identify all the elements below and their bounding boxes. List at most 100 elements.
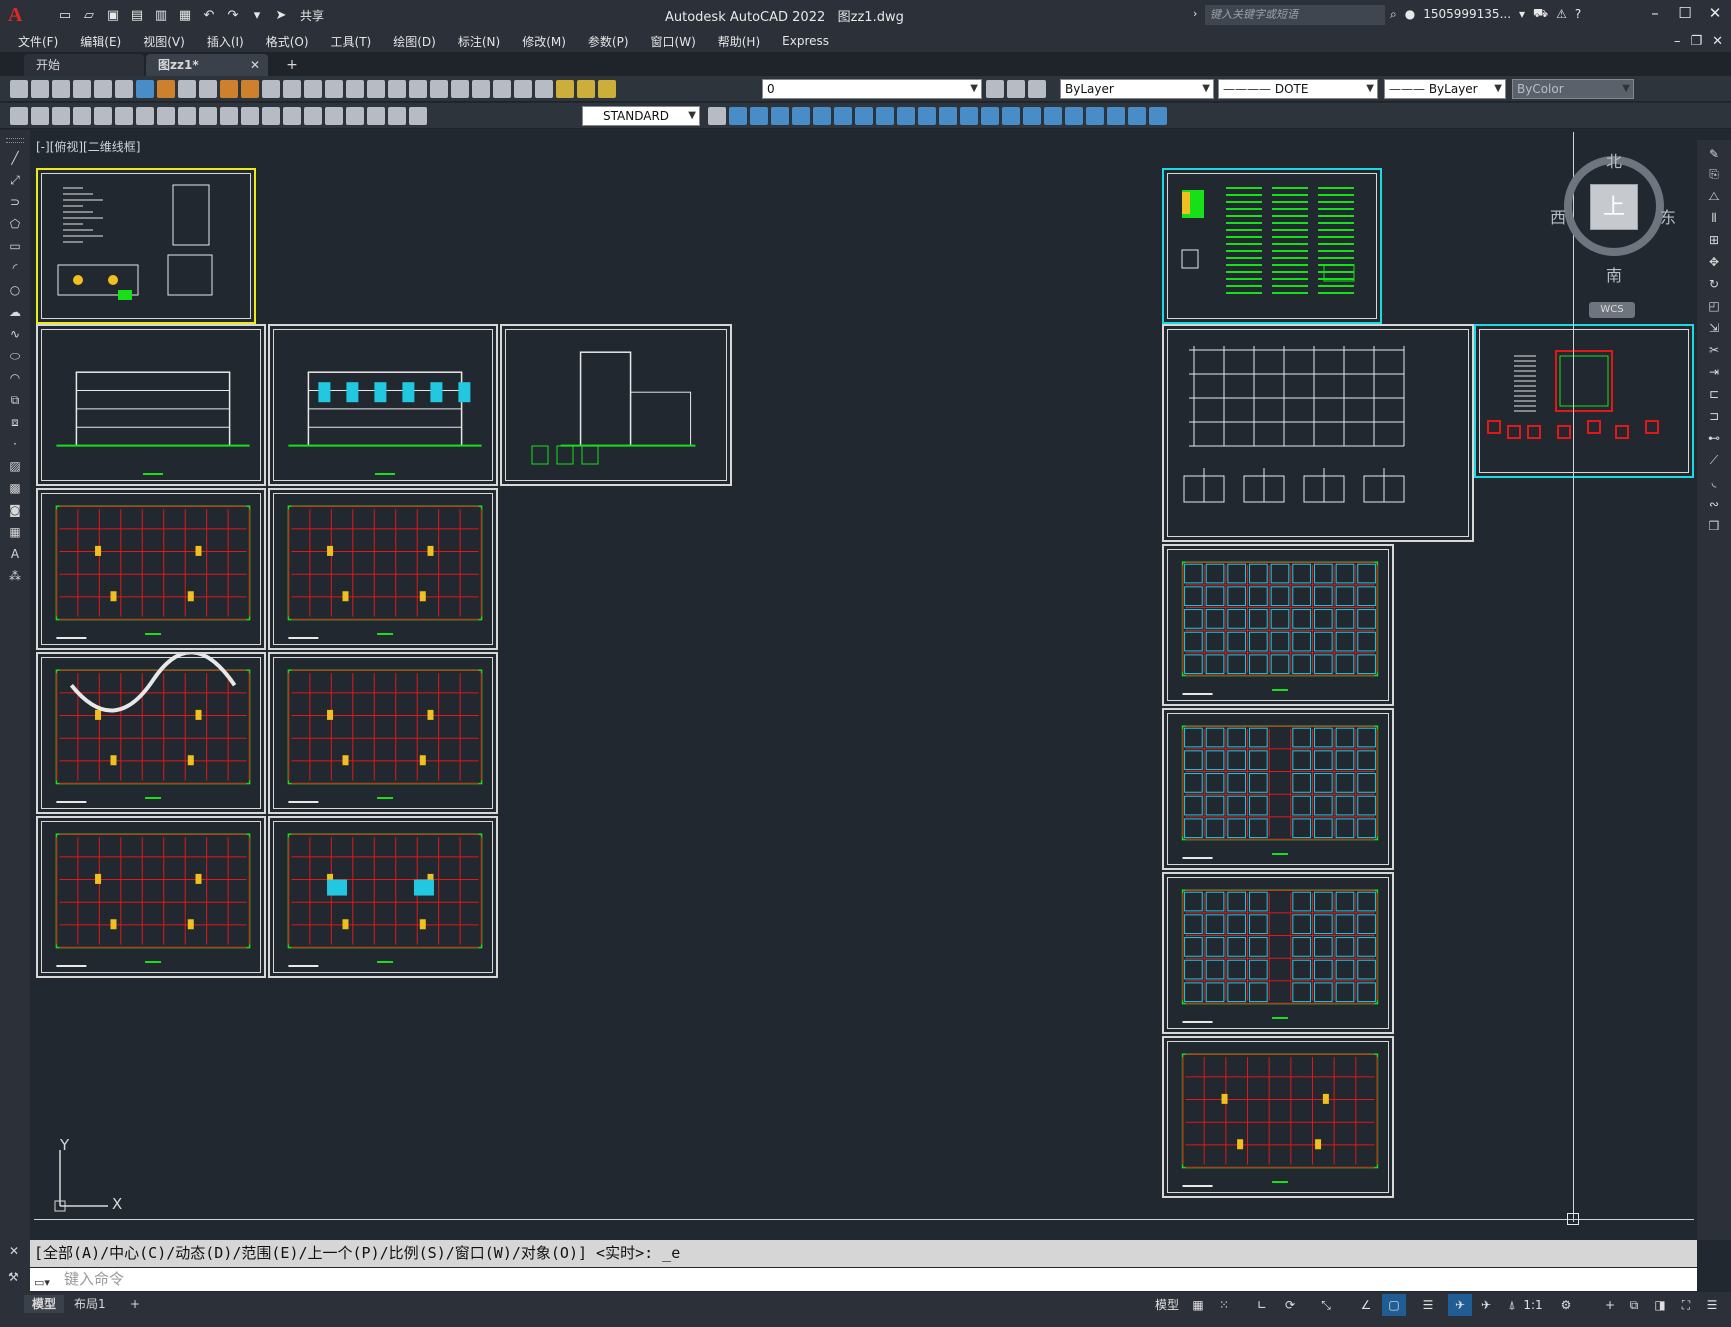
wcs-menu[interactable]: WCS bbox=[1589, 302, 1635, 318]
menu-file[interactable]: 文件(F) bbox=[18, 33, 58, 50]
sweep-icon[interactable] bbox=[960, 107, 978, 125]
zoom-previous-icon[interactable] bbox=[367, 80, 385, 98]
arc-length-icon[interactable] bbox=[73, 107, 91, 125]
polar-icon[interactable]: ⟳ bbox=[1278, 1294, 1302, 1316]
compass-south[interactable]: 南 bbox=[1606, 262, 1622, 286]
copy-object-icon[interactable]: ⎘ bbox=[1706, 166, 1722, 182]
autocad-logo-icon[interactable]: A bbox=[8, 4, 30, 26]
intersect-icon[interactable] bbox=[1065, 107, 1083, 125]
share-button[interactable]: 共享 bbox=[300, 7, 324, 24]
model-space-button[interactable]: 模型 bbox=[1152, 1294, 1182, 1316]
dim-style-icon[interactable] bbox=[708, 107, 726, 125]
undo-icon[interactable] bbox=[262, 80, 280, 98]
calculator-icon[interactable] bbox=[493, 80, 511, 98]
menu-draw[interactable]: 绘图(D) bbox=[393, 33, 436, 50]
help-icon[interactable] bbox=[514, 80, 532, 98]
grid-icon[interactable]: ▦ bbox=[1188, 1294, 1208, 1316]
osnap-tracking-icon[interactable]: ⤡ bbox=[1316, 1294, 1336, 1316]
properties-icon[interactable] bbox=[388, 80, 406, 98]
menu-view[interactable]: 视图(V) bbox=[143, 33, 185, 50]
jogged-linear-icon[interactable] bbox=[346, 107, 364, 125]
planar-surface-icon[interactable] bbox=[897, 107, 915, 125]
share-icon[interactable]: ➤ bbox=[272, 6, 290, 24]
viewcube-top-face[interactable]: 上 bbox=[1590, 184, 1638, 230]
search-input[interactable]: 键入关键字或短语 bbox=[1205, 5, 1385, 25]
search-icon[interactable]: ⌕ bbox=[1390, 7, 1397, 22]
add-layout-icon[interactable]: + bbox=[122, 1295, 148, 1313]
jogged-icon[interactable] bbox=[136, 107, 154, 125]
revision-cloud-icon[interactable]: ☁ bbox=[7, 304, 23, 320]
chevron-down-icon[interactable]: ▾ bbox=[1519, 7, 1525, 21]
add-selected-icon[interactable]: ⁂ bbox=[7, 568, 23, 584]
isolate-objects-icon[interactable]: ⧉ bbox=[1624, 1294, 1644, 1316]
autodesk-app-icon[interactable]: ⚠ bbox=[1556, 7, 1567, 21]
array-icon[interactable]: ⊞ bbox=[1706, 232, 1722, 248]
redo-icon[interactable]: ↷ bbox=[224, 6, 242, 24]
close-icon[interactable]: ✕ bbox=[1707, 4, 1723, 22]
drawing-sheet[interactable] bbox=[36, 488, 266, 650]
drawing-sheet[interactable] bbox=[1162, 708, 1394, 870]
drawing-sheet[interactable] bbox=[36, 652, 266, 814]
angular-icon[interactable] bbox=[178, 107, 196, 125]
drawing-sheet[interactable] bbox=[36, 324, 266, 486]
workspace-gear-icon[interactable]: ⚙ bbox=[1556, 1294, 1576, 1316]
gradient-icon[interactable]: ▩ bbox=[7, 480, 23, 496]
erase-icon[interactable]: ✎ bbox=[1706, 146, 1722, 162]
chevron-right-icon[interactable]: › bbox=[1193, 7, 1197, 20]
ellipse-icon[interactable]: ⬭ bbox=[7, 348, 23, 364]
tab-start[interactable]: 开始 bbox=[24, 54, 144, 76]
customize-icon[interactable]: ⚒ bbox=[8, 1270, 19, 1284]
space-icon[interactable] bbox=[241, 107, 259, 125]
layout-tab-1[interactable]: 布局1 bbox=[66, 1295, 114, 1313]
save-icon[interactable] bbox=[52, 80, 70, 98]
compass-east[interactable]: 东 bbox=[1660, 204, 1676, 228]
spline-icon[interactable]: ∿ bbox=[7, 326, 23, 342]
drawing-sheet[interactable] bbox=[1162, 544, 1394, 706]
line-icon[interactable]: ╱ bbox=[7, 150, 23, 166]
menu-parametric[interactable]: 参数(P) bbox=[588, 33, 629, 50]
drawing-sheet[interactable] bbox=[500, 324, 732, 486]
quick-dimension-icon[interactable] bbox=[10, 107, 28, 125]
layer-on-icon[interactable] bbox=[556, 80, 574, 98]
match-properties-icon[interactable] bbox=[220, 80, 238, 98]
minimize-icon[interactable]: – bbox=[1647, 4, 1663, 22]
layer-freeze-icon[interactable] bbox=[577, 80, 595, 98]
plot-icon[interactable] bbox=[73, 80, 91, 98]
scale-value[interactable]: 1:1 bbox=[1522, 1294, 1544, 1316]
block-editor-icon[interactable] bbox=[241, 80, 259, 98]
zoom-window-icon[interactable] bbox=[346, 80, 364, 98]
hardware-acceleration-icon[interactable]: ◨ bbox=[1650, 1294, 1670, 1316]
new-tab-button[interactable]: + bbox=[282, 54, 302, 76]
rotate-icon[interactable]: ↻ bbox=[1706, 276, 1722, 292]
tab-drawing[interactable]: 图zz1* ✕ bbox=[146, 54, 268, 76]
scale-icon[interactable]: ◰ bbox=[1706, 298, 1722, 314]
layer-properties-icon[interactable] bbox=[535, 80, 553, 98]
clean-screen-icon[interactable]: ⛶ bbox=[1676, 1294, 1696, 1316]
open-file-icon[interactable]: ▱ bbox=[80, 6, 98, 24]
drawing-sheet[interactable] bbox=[1474, 324, 1694, 478]
design-center-icon[interactable] bbox=[409, 80, 427, 98]
helix-icon[interactable] bbox=[876, 107, 894, 125]
save-as-icon[interactable]: ▤ bbox=[128, 6, 146, 24]
insert-block-icon[interactable]: ⧉ bbox=[7, 392, 23, 408]
open-icon[interactable] bbox=[31, 80, 49, 98]
table-icon[interactable]: ▦ bbox=[7, 524, 23, 540]
layer-previous-icon[interactable] bbox=[1007, 80, 1025, 98]
pyramid-icon[interactable] bbox=[855, 107, 873, 125]
annotation-visibility-icon[interactable]: ✈ bbox=[1448, 1294, 1472, 1316]
drawing-sheet[interactable] bbox=[1162, 1036, 1394, 1198]
blend-curves-icon[interactable]: ∾ bbox=[1706, 496, 1722, 512]
box-icon[interactable] bbox=[729, 107, 747, 125]
publish-icon[interactable] bbox=[115, 80, 133, 98]
linear-dim-icon[interactable] bbox=[31, 107, 49, 125]
sheet-set-icon[interactable] bbox=[451, 80, 469, 98]
drawing-sheet[interactable] bbox=[268, 816, 498, 978]
chamfer-icon[interactable]: ⟋ bbox=[1706, 452, 1722, 468]
drawing-sheet[interactable] bbox=[268, 652, 498, 814]
toolbar-grip[interactable] bbox=[6, 138, 24, 143]
dim-update-icon[interactable] bbox=[409, 107, 427, 125]
menu-modify[interactable]: 修改(M) bbox=[522, 33, 566, 50]
make-block-icon[interactable]: ⧈ bbox=[7, 414, 23, 430]
cone-icon[interactable] bbox=[771, 107, 789, 125]
subtract-icon[interactable] bbox=[1044, 107, 1062, 125]
